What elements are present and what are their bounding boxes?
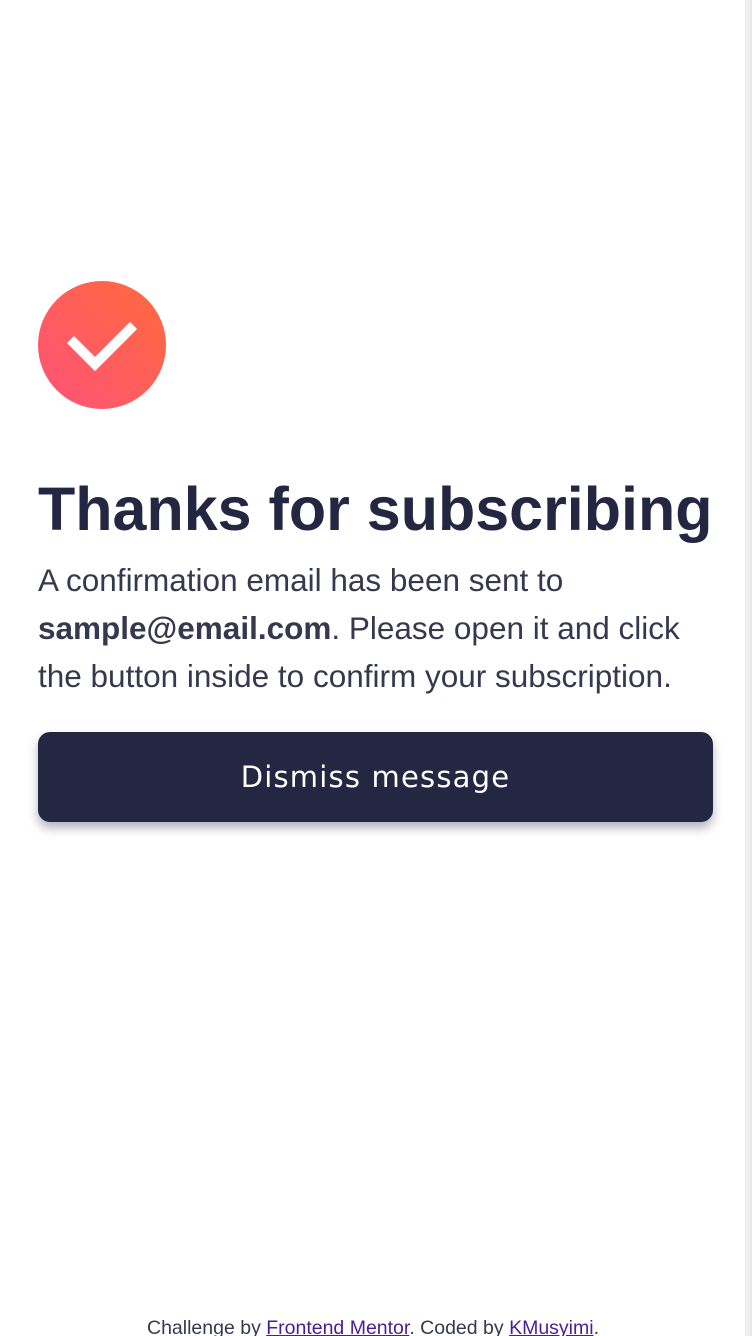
frontend-mentor-link[interactable]: Frontend Mentor bbox=[266, 1317, 409, 1336]
message-prefix: A confirmation email has been sent to bbox=[38, 562, 564, 598]
attribution-suffix: . bbox=[593, 1317, 599, 1336]
dismiss-button[interactable]: Dismiss message bbox=[38, 732, 713, 822]
attribution-middle: . Coded by bbox=[409, 1317, 510, 1336]
success-page: Thanks for subscribing A confirmation em… bbox=[0, 0, 752, 1336]
success-badge bbox=[38, 281, 166, 409]
check-icon bbox=[66, 321, 138, 372]
attribution-prefix: Challenge by bbox=[146, 1317, 267, 1336]
page-title: Thanks for subscribing bbox=[38, 475, 713, 543]
attribution: Challenge by Frontend Mentor. Coded by K… bbox=[0, 1316, 746, 1336]
confirmation-message: A confirmation email has been sent to sa… bbox=[38, 556, 718, 700]
scrollbar[interactable] bbox=[745, 0, 752, 1336]
author-link[interactable]: KMusyimi bbox=[509, 1317, 594, 1336]
subscriber-email: sample@email.com bbox=[38, 610, 332, 646]
